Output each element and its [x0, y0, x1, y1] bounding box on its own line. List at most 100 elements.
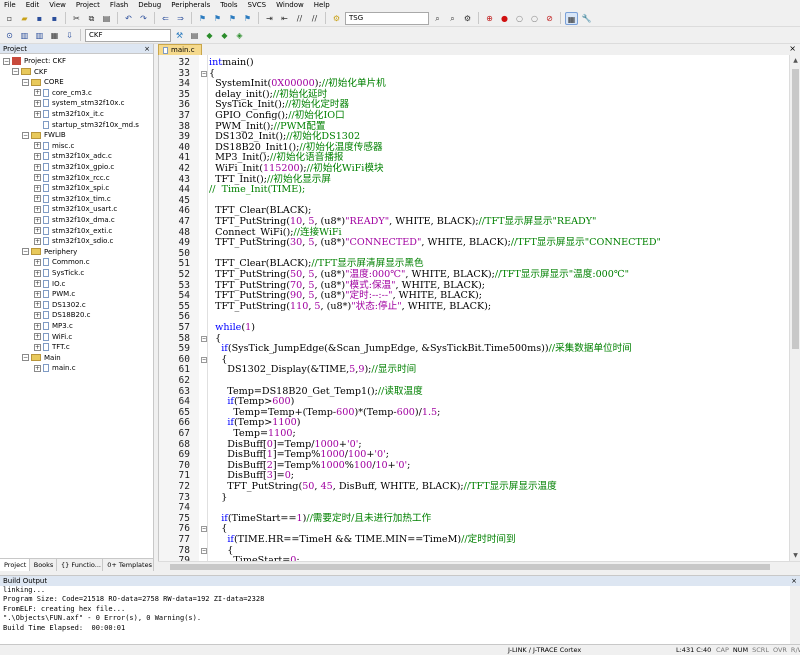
new-file-icon[interactable]: ▫	[3, 12, 16, 25]
panel-tab-1[interactable]: Books	[30, 559, 58, 571]
fold-collapse-icon[interactable]: −	[201, 70, 207, 77]
tree-file-item[interactable]: + stm32f10x_it.c	[34, 109, 104, 119]
editor-horizontal-scrollbar[interactable]	[158, 561, 800, 571]
tree-file-item[interactable]: + WiFi.c	[34, 332, 72, 342]
expand-icon[interactable]: +	[34, 163, 41, 171]
expand-icon[interactable]: +	[34, 174, 41, 182]
collapse-icon[interactable]: −	[22, 78, 29, 86]
save-icon[interactable]: ▪	[33, 12, 46, 25]
expand-icon[interactable]: +	[34, 89, 41, 97]
incremental-find-icon[interactable]: ⌕	[446, 12, 459, 25]
settings-icon[interactable]: ⚙	[461, 12, 474, 25]
tree-file-item[interactable]: + stm32f10x_rcc.c	[34, 173, 110, 183]
tree-file-item[interactable]: + stm32f10x_sdio.c	[34, 236, 113, 246]
tree-file-item[interactable]: + MP3.c	[34, 321, 73, 331]
tree-folder-item[interactable]: − Main	[22, 353, 61, 363]
project-panel-close-button[interactable]: ×	[144, 45, 150, 53]
tree-file-item[interactable]: + SysTick.c	[34, 268, 84, 278]
build-output-text[interactable]: linking... Program Size: Code=21518 RO-da…	[0, 586, 790, 644]
collapse-icon[interactable]: −	[22, 131, 29, 139]
expand-icon[interactable]: +	[34, 333, 41, 341]
expand-icon[interactable]: +	[34, 110, 41, 118]
expand-icon[interactable]: +	[34, 280, 41, 288]
expand-icon[interactable]: +	[34, 311, 41, 319]
expand-icon[interactable]: +	[34, 99, 41, 107]
nav-back-icon[interactable]: ⇐	[159, 12, 172, 25]
tree-file-item[interactable]: + system_stm32f10x.c	[34, 98, 125, 108]
clear-bookmarks-icon[interactable]: ⚑	[241, 12, 254, 25]
collapse-icon[interactable]: −	[22, 354, 29, 362]
build-output-close-button[interactable]: ×	[791, 577, 797, 585]
menu-item-peripherals[interactable]: Peripherals	[171, 1, 210, 9]
menu-item-file[interactable]: File	[4, 1, 16, 9]
expand-icon[interactable]: +	[34, 227, 41, 235]
expand-icon[interactable]: +	[34, 237, 41, 245]
tree-file-item[interactable]: + core_cm3.c	[34, 88, 92, 98]
collapse-icon[interactable]: −	[12, 68, 19, 76]
tree-file-item[interactable]: + misc.c	[34, 141, 74, 151]
cut-icon[interactable]: ✂	[70, 12, 83, 25]
kill-breakpoints-icon[interactable]: ⊘	[543, 12, 556, 25]
translate-icon[interactable]: ⊙	[3, 29, 16, 42]
comment-icon[interactable]: //	[293, 12, 306, 25]
menu-item-help[interactable]: Help	[314, 1, 330, 9]
scrollbar-thumb[interactable]	[792, 69, 799, 349]
fold-collapse-icon[interactable]: −	[201, 526, 207, 533]
panel-tab-0[interactable]: Project	[0, 559, 30, 571]
bookmark-icon[interactable]: ⚑	[196, 12, 209, 25]
disable-breakpoint-icon[interactable]: ○	[513, 12, 526, 25]
indent-icon[interactable]: ⇥	[263, 12, 276, 25]
expand-icon[interactable]: +	[34, 343, 41, 351]
redo-icon[interactable]: ↷	[137, 12, 150, 25]
menu-item-project[interactable]: Project	[76, 1, 100, 9]
panel-tab-2[interactable]: {} Functio...	[57, 559, 104, 571]
clear-breakpoints-icon[interactable]: ○	[528, 12, 541, 25]
tree-file-item[interactable]: + PWM.c	[34, 289, 75, 299]
expand-icon[interactable]: +	[34, 301, 41, 309]
panel-tab-3[interactable]: 0+ Templates	[103, 559, 154, 571]
save-all-icon[interactable]: ▪	[48, 12, 61, 25]
expand-icon[interactable]: +	[34, 142, 41, 150]
expand-icon[interactable]: +	[34, 364, 41, 372]
menu-item-view[interactable]: View	[49, 1, 66, 9]
fold-collapse-icon[interactable]: −	[201, 356, 207, 363]
tree-file-item[interactable]: + IO.c	[34, 279, 65, 289]
tree-file-item[interactable]: + TFT.c	[34, 342, 70, 352]
expand-icon[interactable]: +	[34, 216, 41, 224]
collapse-icon[interactable]: −	[3, 57, 10, 65]
manage-components-icon[interactable]: ◆	[203, 29, 216, 42]
tree-file-item[interactable]: + main.c	[34, 363, 76, 373]
pack-installer-icon[interactable]: ◈	[233, 29, 246, 42]
collapse-icon[interactable]: −	[22, 248, 29, 256]
build-output-scrollbar[interactable]	[790, 586, 800, 644]
find-combo[interactable]: TSG	[345, 11, 429, 25]
open-folder-icon[interactable]: ▰	[18, 12, 31, 25]
target-select[interactable]: CKF	[85, 28, 171, 42]
tree-file-item[interactable]: + Common.c	[34, 257, 90, 267]
copy-icon[interactable]: ⧉	[85, 12, 98, 25]
paste-icon[interactable]: ▤	[100, 12, 113, 25]
code-editor[interactable]: 32 33 34 35 36 37 38 39 40 41 42 43 44 45 46 47 48 49 50 51…	[158, 55, 789, 561]
batch-build-icon[interactable]: ▦	[48, 29, 61, 42]
expand-icon[interactable]: +	[34, 195, 41, 203]
nav-forward-icon[interactable]: ⇒	[174, 12, 187, 25]
debug-start-icon[interactable]: ⊕	[483, 12, 496, 25]
expand-icon[interactable]: +	[34, 290, 41, 298]
tree-file-item[interactable]: + stm32f10x_usart.c	[34, 204, 117, 214]
configure-icon[interactable]: 🔧	[580, 12, 593, 25]
prev-bookmark-icon[interactable]: ⚑	[211, 12, 224, 25]
expand-icon[interactable]: +	[34, 205, 41, 213]
expand-icon[interactable]: +	[34, 258, 41, 266]
menu-item-debug[interactable]: Debug	[138, 1, 161, 9]
unindent-icon[interactable]: ⇤	[278, 12, 291, 25]
scroll-down-arrow-icon[interactable]: ▼	[790, 550, 800, 561]
tree-file-item[interactable]: startup_stm32f10x_md.s	[34, 120, 139, 130]
rebuild-icon[interactable]: ▥	[33, 29, 46, 42]
expand-icon[interactable]: +	[34, 152, 41, 160]
select-packs-icon[interactable]: ◆	[218, 29, 231, 42]
tree-folder-item[interactable]: − Periphery	[22, 247, 77, 257]
tree-file-item[interactable]: + DS1302.c	[34, 300, 86, 310]
editor-vertical-scrollbar[interactable]: ▲ ▼	[789, 55, 800, 561]
find-icon[interactable]: ⚙	[330, 12, 343, 25]
tree-project-item[interactable]: − Project: CKF	[3, 56, 66, 66]
